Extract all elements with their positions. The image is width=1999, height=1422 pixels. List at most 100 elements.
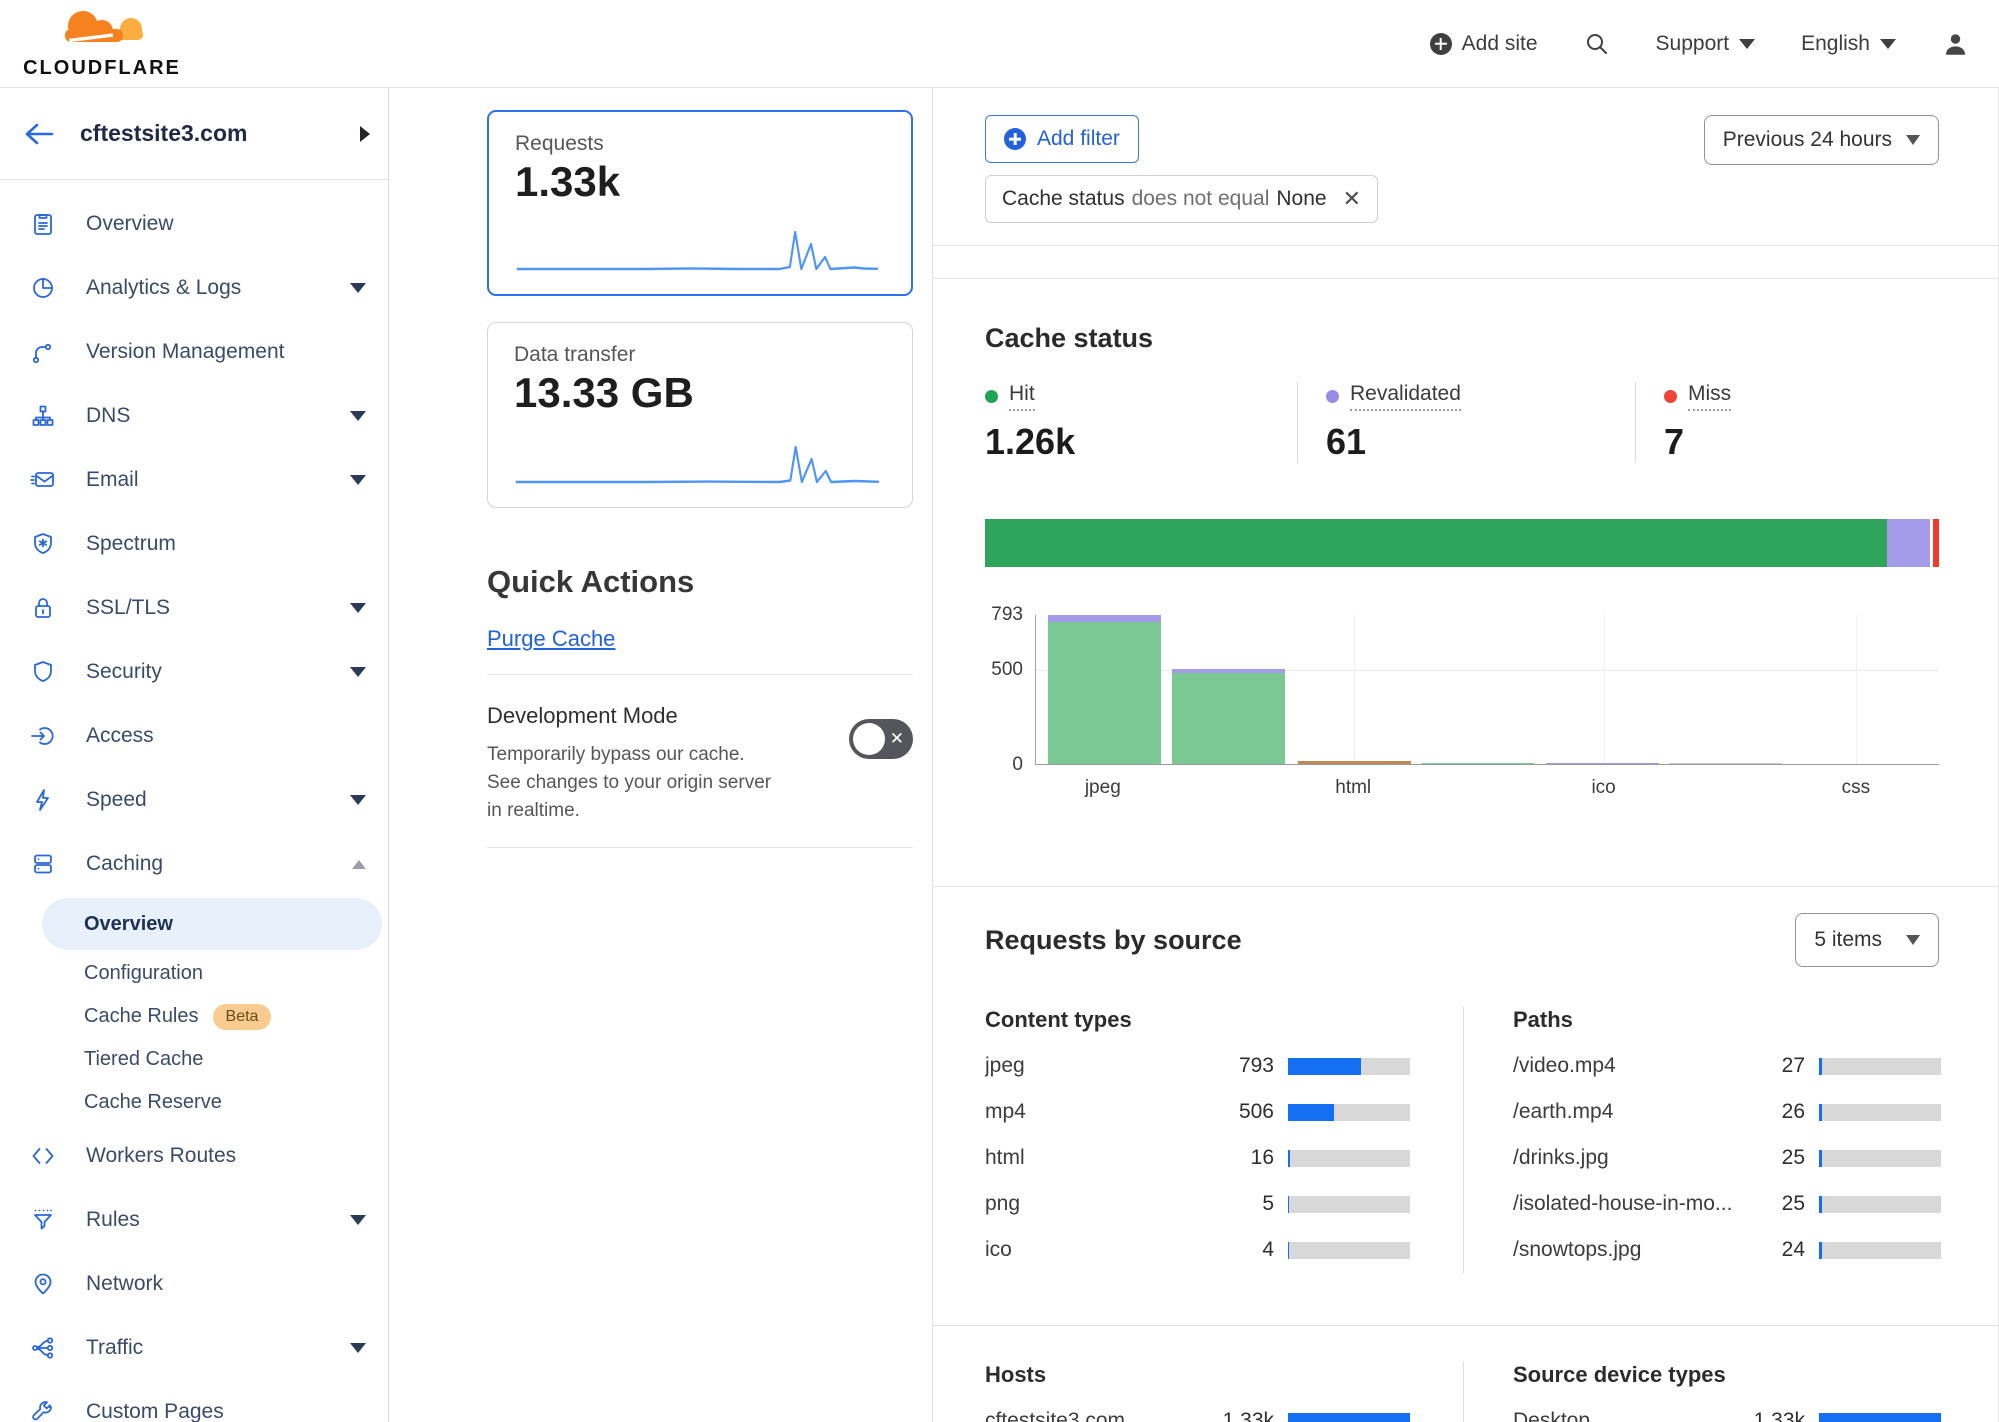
sidebar-item-network[interactable]: Network xyxy=(0,1252,388,1316)
sidebar-item-rules[interactable]: Rules xyxy=(0,1188,388,1252)
chevron-up-icon xyxy=(352,860,366,869)
language-menu[interactable]: English xyxy=(1801,32,1896,56)
development-mode-title: Development Mode xyxy=(487,703,777,729)
revalidated-body xyxy=(1546,763,1659,764)
sidebar-item-custom-pages[interactable]: Custom Pages xyxy=(0,1380,388,1422)
summary-column: Requests 1.33k Data transfer 13.33 GB Qu… xyxy=(389,88,933,1422)
table-row: png 5 xyxy=(985,1181,1410,1227)
search-button[interactable] xyxy=(1584,31,1610,57)
filter-bar: Add filter Cache status does not equal N… xyxy=(933,88,1998,246)
bar-html[interactable] xyxy=(1298,761,1411,764)
sidebar-subitem-cache-reserve[interactable]: Cache Reserve xyxy=(0,1081,388,1124)
site-sidebar: cftestsite3.com Overview Analytics & Log… xyxy=(0,88,389,1422)
progress-track xyxy=(1288,1242,1410,1259)
sidebar-item-ssl-tls[interactable]: SSL/TLS xyxy=(0,576,388,640)
sidebar-item-access[interactable]: Access xyxy=(0,704,388,768)
site-header: cftestsite3.com xyxy=(0,88,388,180)
code-brackets-icon xyxy=(30,1141,60,1171)
progress-fill xyxy=(1288,1104,1334,1121)
toggle-knob xyxy=(853,723,885,755)
bar-mp4[interactable] xyxy=(1172,669,1285,764)
progress-fill xyxy=(1288,1242,1289,1259)
sidebar-item-dns[interactable]: DNS xyxy=(0,384,388,448)
hit-body xyxy=(1422,763,1535,764)
data-transfer-metric-card[interactable]: Data transfer 13.33 GB xyxy=(487,322,913,508)
filter-value: None xyxy=(1276,187,1326,211)
sidebar-item-version-management[interactable]: Version Management xyxy=(0,320,388,384)
development-mode-toggle[interactable]: ✕ xyxy=(849,719,913,759)
data-transfer-sparkline xyxy=(514,439,886,491)
cache-status-stacked-bar xyxy=(985,519,1939,567)
development-mode-description: Temporarily bypass our cache. See change… xyxy=(487,741,777,825)
chevron-right-icon[interactable] xyxy=(360,126,370,142)
items-count-select[interactable]: 5 items xyxy=(1795,913,1939,967)
other-body xyxy=(1669,763,1782,764)
brand-wordmark: CLOUDFLARE xyxy=(23,57,181,80)
source-device-types-column: Source device types Desktop 1.33k xyxy=(1463,1362,1998,1422)
user-icon xyxy=(1942,30,1969,57)
sidebar-item-workers-routes[interactable]: Workers Routes xyxy=(0,1124,388,1188)
stat-revalidated: Revalidated 61 xyxy=(1297,382,1635,463)
table-row: html 16 xyxy=(985,1135,1410,1181)
back-arrow-icon[interactable] xyxy=(24,122,54,146)
bar-jpeg[interactable] xyxy=(1048,615,1161,764)
chevron-down-icon xyxy=(350,475,366,485)
sidebar-item-speed[interactable]: Speed xyxy=(0,768,388,832)
map-pin-icon xyxy=(30,1269,60,1299)
sidebar-subitem-cache-rules[interactable]: Cache Rules Beta xyxy=(0,995,388,1038)
bar-png[interactable] xyxy=(1422,763,1535,764)
requests-metric-card[interactable]: Requests 1.33k xyxy=(487,110,913,296)
analytics-panel: Add filter Cache status does not equal N… xyxy=(932,88,1999,1422)
progress-fill xyxy=(1819,1413,1941,1422)
filter-chip-cache-status[interactable]: Cache status does not equal None ✕ xyxy=(985,175,1378,223)
revalidated-label[interactable]: Revalidated xyxy=(1350,382,1461,411)
progress-fill xyxy=(1288,1058,1361,1075)
progress-fill xyxy=(1288,1413,1410,1422)
chevron-down-icon xyxy=(1906,135,1920,145)
hit-legend-dot xyxy=(985,390,998,403)
vertical-gridline xyxy=(1856,615,1857,764)
y-tick-0: 0 xyxy=(1012,754,1023,776)
divider xyxy=(487,847,913,848)
sidebar-subitem-caching-overview[interactable]: Overview xyxy=(42,898,382,950)
progress-fill xyxy=(1819,1058,1822,1075)
revalidated-cap xyxy=(1048,615,1161,622)
hit-label[interactable]: Hit xyxy=(1009,382,1035,411)
progress-track xyxy=(1819,1150,1941,1167)
add-site-button[interactable]: Add site xyxy=(1430,32,1538,56)
sidebar-subitem-tiered-cache[interactable]: Tiered Cache xyxy=(0,1038,388,1081)
progress-fill xyxy=(1288,1150,1290,1167)
bar-other[interactable] xyxy=(1669,763,1782,764)
x-tick-jpeg: jpeg xyxy=(1085,777,1121,799)
support-menu[interactable]: Support xyxy=(1656,32,1756,56)
table-row: /isolated-house-in-mo... 25 xyxy=(1513,1181,1941,1227)
sidebar-item-email[interactable]: Email xyxy=(0,448,388,512)
revalidated-segment xyxy=(1887,519,1931,567)
sidebar-item-caching[interactable]: Caching xyxy=(0,832,388,896)
table-row: cftestsite3.com 1.33k xyxy=(985,1398,1410,1422)
sidebar-item-spectrum[interactable]: Spectrum xyxy=(0,512,388,576)
stat-miss: Miss 7 xyxy=(1635,382,1895,463)
progress-track xyxy=(1819,1242,1941,1259)
chevron-down-icon xyxy=(350,283,366,293)
purge-cache-link[interactable]: Purge Cache xyxy=(487,626,615,652)
sidebar-item-overview[interactable]: Overview xyxy=(0,192,388,256)
access-icon xyxy=(30,721,60,751)
plus-circle-icon xyxy=(1004,128,1026,150)
sidebar-item-traffic[interactable]: Traffic xyxy=(0,1316,388,1380)
add-filter-button[interactable]: Add filter xyxy=(985,115,1139,163)
sidebar-item-analytics-logs[interactable]: Analytics & Logs xyxy=(0,256,388,320)
miss-label[interactable]: Miss xyxy=(1688,382,1731,411)
account-menu[interactable] xyxy=(1942,30,1969,57)
remove-filter-icon[interactable]: ✕ xyxy=(1343,186,1361,212)
time-range-select[interactable]: Previous 24 hours xyxy=(1704,115,1939,165)
lightning-icon xyxy=(30,785,60,815)
email-icon xyxy=(30,465,60,495)
progress-fill xyxy=(1819,1196,1822,1213)
bar-ico[interactable] xyxy=(1546,763,1659,764)
sidebar-subitem-configuration[interactable]: Configuration xyxy=(0,952,388,995)
sidebar-item-security[interactable]: Security xyxy=(0,640,388,704)
dns-tree-icon xyxy=(30,401,60,431)
table-row: /video.mp4 27 xyxy=(1513,1043,1941,1089)
chevron-down-icon xyxy=(350,1343,366,1353)
